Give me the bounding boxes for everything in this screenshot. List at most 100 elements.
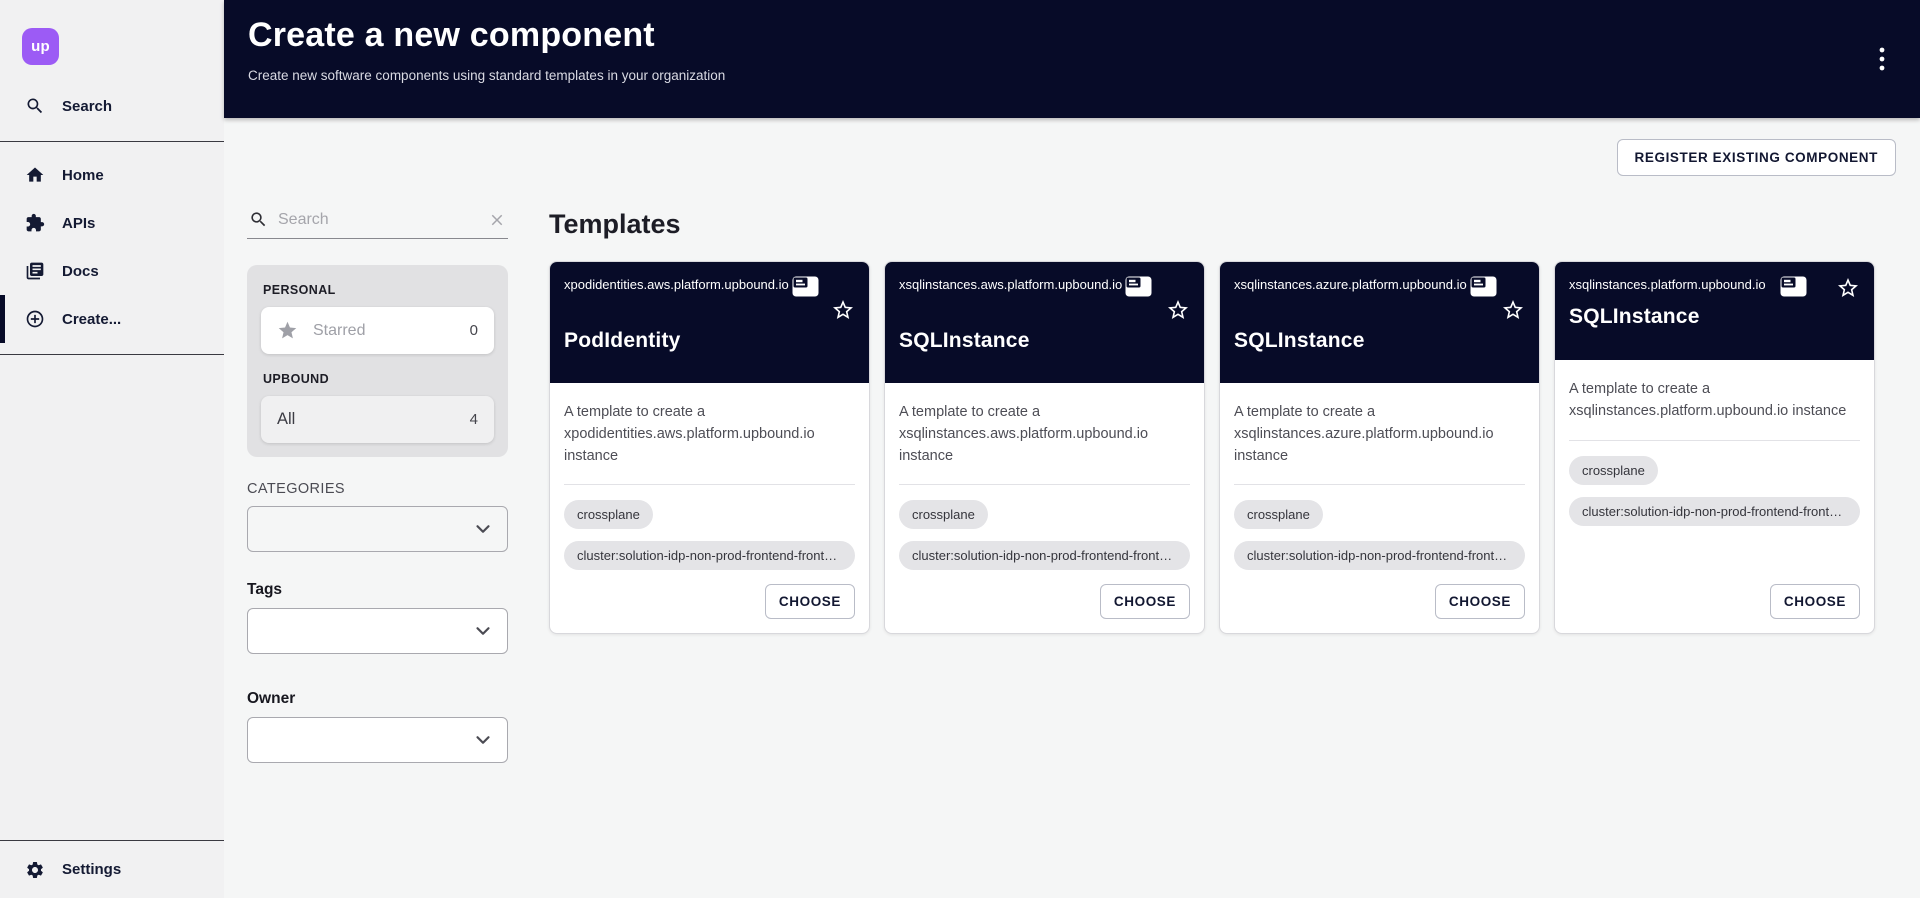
filter-column: PERSONAL Starred 0 UPBOUND All 4 [247, 184, 508, 763]
sidebar-item-label: Create... [62, 311, 121, 328]
tag-chip[interactable]: crossplane [899, 500, 988, 529]
chevron-down-icon [472, 518, 494, 540]
card-footer: CHOOSE [564, 584, 855, 619]
favorite-star-button[interactable] [1501, 298, 1525, 322]
template-title: SQLInstance [1234, 329, 1525, 353]
kebab-vertical-icon [1872, 46, 1892, 72]
filter-item-label: Starred [313, 322, 365, 340]
upbound-logo[interactable]: up [22, 28, 59, 65]
home-icon [25, 165, 45, 185]
choose-button[interactable]: CHOOSE [1435, 584, 1525, 619]
card-footer: CHOOSE [1569, 584, 1860, 619]
template-title: PodIdentity [564, 329, 855, 353]
tag-chip[interactable]: crossplane [1569, 456, 1658, 485]
sidebar-item-apis[interactable]: APIs [0, 199, 224, 247]
sidebar-item-search[interactable]: Search [0, 82, 224, 130]
categories-select[interactable] [247, 506, 508, 552]
template-card-body: A template to create a xsqlinstances.aws… [885, 383, 1204, 633]
owner-filter: Owner [247, 690, 508, 763]
tag-chip[interactable]: crossplane [564, 500, 653, 529]
chevron-down-icon [472, 620, 494, 642]
tag-chip[interactable]: cluster:solution-idp-non-prod-frontend-f… [899, 541, 1190, 570]
template-card-header: xsqlinstances.azure.platform.upbound.io … [1220, 262, 1539, 383]
puzzle-icon [25, 213, 45, 233]
sidebar-item-settings[interactable]: Settings [0, 841, 224, 898]
tag-chip[interactable]: cluster:solution-idp-non-prod-frontend-f… [1234, 541, 1525, 570]
template-description: A template to create a xsqlinstances.pla… [1569, 379, 1860, 423]
choose-button[interactable]: CHOOSE [1770, 584, 1860, 619]
star-icon [277, 320, 298, 341]
template-card: xsqlinstances.azure.platform.upbound.io … [1219, 261, 1540, 634]
tag-chip[interactable]: cluster:solution-idp-non-prod-frontend-f… [564, 541, 855, 570]
sidebar-divider [0, 141, 224, 142]
star-outline-icon [831, 298, 855, 322]
choose-button[interactable]: CHOOSE [1100, 584, 1190, 619]
template-card: xsqlinstances.aws.platform.upbound.io SQ… [884, 261, 1205, 634]
template-badge-icon [1780, 276, 1807, 297]
tag-chip[interactable]: crossplane [1234, 500, 1323, 529]
sidebar-item-label: APIs [62, 215, 95, 232]
card-header-row: xsqlinstances.aws.platform.upbound.io [899, 276, 1190, 297]
sidebar-item-create[interactable]: Create... [0, 295, 224, 343]
choose-button[interactable]: CHOOSE [765, 584, 855, 619]
template-card-body: A template to create a xsqlinstances.azu… [1220, 383, 1539, 633]
star-outline-icon [1166, 298, 1190, 322]
card-divider [1234, 484, 1525, 485]
sidebar: up Search Home APIs Docs Create... [0, 0, 224, 898]
tags-label: Tags [247, 581, 508, 599]
filter-item-all[interactable]: All 4 [261, 396, 494, 443]
template-name: xpodidentities.aws.platform.upbound.io [564, 276, 789, 295]
card-star-row [564, 298, 855, 322]
favorite-star-button[interactable] [831, 298, 855, 322]
template-card-header: xpodidentities.aws.platform.upbound.io P… [550, 262, 869, 383]
filter-panel: PERSONAL Starred 0 UPBOUND All 4 [247, 265, 508, 457]
sidebar-item-docs[interactable]: Docs [0, 247, 224, 295]
template-card: xpodidentities.aws.platform.upbound.io P… [549, 261, 870, 634]
templates-heading: Templates [549, 209, 1896, 240]
template-name: xsqlinstances.aws.platform.upbound.io [899, 276, 1122, 295]
card-divider [899, 484, 1190, 485]
search-input[interactable] [278, 211, 478, 229]
card-star-row [899, 298, 1190, 322]
owner-select[interactable] [247, 717, 508, 763]
docs-icon [25, 261, 45, 281]
template-card-header: xsqlinstances.platform.upbound.io SQLIns… [1555, 262, 1874, 360]
header-menu-button[interactable] [1868, 42, 1896, 79]
toolbar: REGISTER EXISTING COMPONENT [247, 139, 1896, 176]
card-star-row [1234, 298, 1525, 322]
star-outline-icon [1836, 276, 1860, 300]
content-row: PERSONAL Starred 0 UPBOUND All 4 [247, 184, 1896, 763]
owner-label: Owner [247, 690, 508, 708]
favorite-star-button[interactable] [1836, 276, 1860, 300]
all-count: 4 [470, 411, 478, 428]
register-existing-component-button[interactable]: REGISTER EXISTING COMPONENT [1617, 139, 1896, 176]
personal-section-label: PERSONAL [263, 283, 494, 297]
template-cards-grid: xpodidentities.aws.platform.upbound.io P… [549, 261, 1875, 634]
clear-search-button[interactable] [488, 211, 506, 229]
card-header-row: xpodidentities.aws.platform.upbound.io [564, 276, 855, 297]
tags-filter: Tags [247, 581, 508, 654]
template-description: A template to create a xsqlinstances.azu… [1234, 402, 1525, 467]
sidebar-item-label: Docs [62, 263, 99, 280]
sidebar-nav: Home APIs Docs Create... [0, 151, 224, 343]
sidebar-item-label: Search [62, 98, 112, 115]
card-footer: CHOOSE [899, 584, 1190, 619]
template-badge-icon [1470, 276, 1497, 297]
plus-circle-icon [25, 309, 45, 329]
template-search-field[interactable] [247, 204, 508, 239]
sidebar-item-home[interactable]: Home [0, 151, 224, 199]
tag-chip[interactable]: cluster:solution-idp-non-prod-frontend-f… [1569, 497, 1860, 526]
favorite-star-button[interactable] [1166, 298, 1190, 322]
categories-filter: CATEGORIES [247, 481, 508, 552]
tags-select[interactable] [247, 608, 508, 654]
chevron-down-icon [472, 729, 494, 751]
filter-item-starred[interactable]: Starred 0 [261, 307, 494, 354]
card-divider [564, 484, 855, 485]
search-icon [249, 210, 268, 229]
template-card-body: A template to create a xsqlinstances.pla… [1555, 360, 1874, 633]
template-name: xsqlinstances.azure.platform.upbound.io [1234, 276, 1467, 295]
filter-item-label: All [277, 410, 295, 429]
sidebar-spacer [0, 355, 224, 840]
template-card: xsqlinstances.platform.upbound.io SQLIns… [1554, 261, 1875, 634]
categories-label: CATEGORIES [247, 481, 508, 497]
